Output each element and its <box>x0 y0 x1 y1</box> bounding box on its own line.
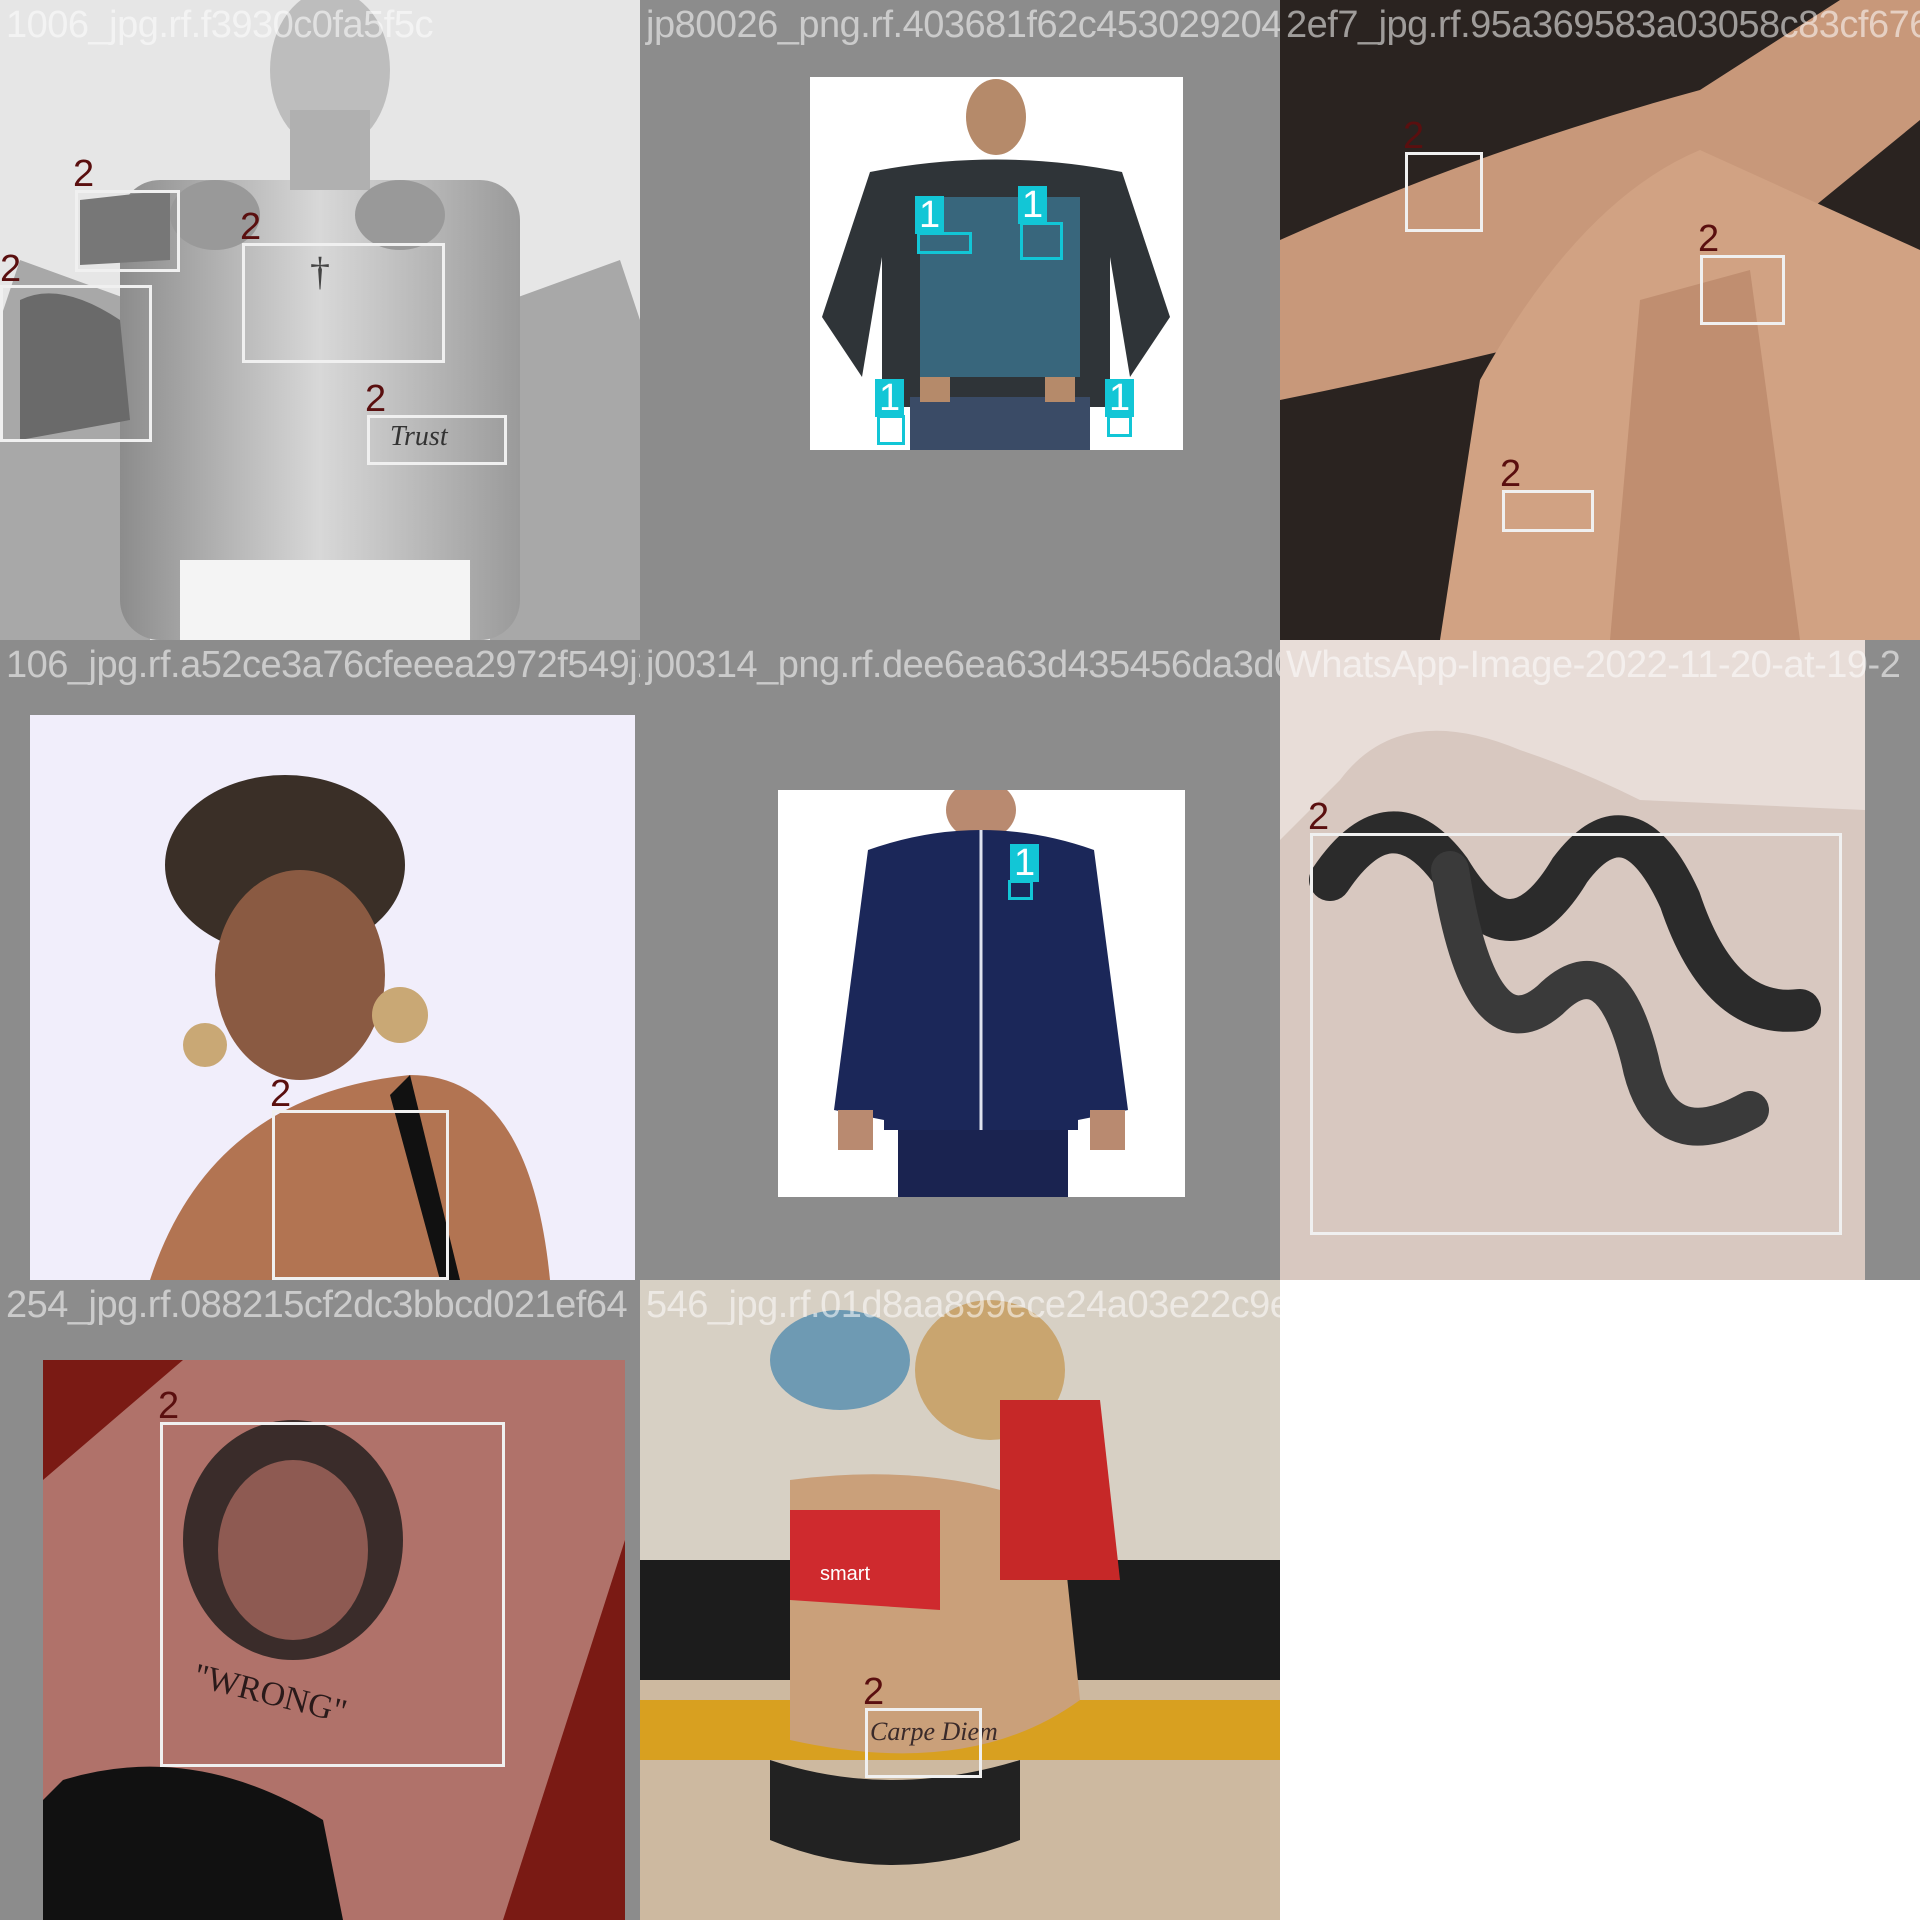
bbox-portrait-tattoo <box>160 1422 505 1767</box>
bbox-hearts-tattoo <box>1405 152 1483 232</box>
bbox-label: 1 <box>915 196 945 234</box>
windbreaker-photo <box>778 790 1185 1197</box>
image-filename: 546_jpg.rf.01d8aa899ece24a03e22c9eaedcff <box>646 1284 1280 1326</box>
bbox-label: 2 <box>1698 218 1720 260</box>
bbox-club-crest <box>1020 222 1063 260</box>
volleyball-photo: smart Carpe Diem <box>640 1280 1280 1920</box>
wrists-photo <box>1280 0 1920 640</box>
bbox-label: 2 <box>240 206 262 248</box>
image-filename: 106_jpg.rf.a52ce3a76cfeeea2972f549j20681 <box>6 644 640 686</box>
bbox-shoulder-tattoo <box>272 1110 449 1280</box>
empty-cell <box>1280 1280 1920 1920</box>
detection-mosaic: † Trust 2 2 2 2 1006_jpg.rf.f3930c0fa5f5… <box>0 0 1920 1920</box>
bbox-hearts-tattoo <box>1502 490 1594 532</box>
bbox-forearm-tattoo <box>0 285 152 442</box>
bbox-label: 2 <box>270 1073 292 1115</box>
bbox-arm-tattoo <box>75 190 180 272</box>
tile-jacket-logos: 1 1 1 1 jp80026_png.rf.403681f62c4530292… <box>640 0 1280 640</box>
bbox-hearts-tattoo <box>1700 255 1785 325</box>
bbox-label: 2 <box>863 1671 885 1713</box>
bbox-label: 2 <box>1500 453 1522 495</box>
tile-windbreaker: 1 j00314_png.rf.dee6ea63d435456da3d0 <box>640 640 1280 1280</box>
image-filename: jp80026_png.rf.403681f62c4530292046273f0… <box>646 4 1280 46</box>
tile-heart-tattoos: 2 2 2 2ef7_jpg.rf.95a369583a03058c83cf67… <box>1280 0 1920 640</box>
bbox-label: 2 <box>1403 115 1425 157</box>
bbox-chest-tattoo <box>242 243 445 363</box>
bbox-snake-tattoo <box>1310 833 1842 1235</box>
bbox-label: 2 <box>73 153 95 195</box>
bbox-label: 1 <box>1105 379 1135 417</box>
bbox-back-tattoo <box>865 1708 982 1778</box>
bbox-label: 2 <box>158 1385 180 1427</box>
image-filename: j00314_png.rf.dee6ea63d435456da3d0 <box>646 644 1280 686</box>
tile-portrait-tattoo: "WRONG" 2 254_jpg.rf.088215cf2dc3bbcd021… <box>0 1280 640 1920</box>
bbox-label: 2 <box>365 378 387 420</box>
image-filename: 1006_jpg.rf.f3930c0fa5f5c <box>6 4 433 46</box>
bbox-label: 1 <box>1010 844 1040 882</box>
bbox-label: 2 <box>1308 796 1330 838</box>
tile-snake-tattoo: 2 WhatsApp-Image-2022-11-20-at-19-2 <box>1280 640 1920 1280</box>
jersey-text-smart: smart <box>820 1563 870 1585</box>
bbox-label: 1 <box>875 379 905 417</box>
tile-boxer: † Trust 2 2 2 2 1006_jpg.rf.f3930c0fa5f5… <box>0 0 640 640</box>
image-filename: WhatsApp-Image-2022-11-20-at-19-2 <box>1286 644 1901 686</box>
bbox-label: 1 <box>1018 186 1048 224</box>
bbox-trust-tattoo <box>367 415 507 465</box>
bbox-label: 2 <box>0 248 22 290</box>
bbox-shorts-crest <box>877 415 905 445</box>
tile-volleyball: smart Carpe Diem 2 546_jpg.rf.01d8aa899e… <box>640 1280 1280 1920</box>
tile-shoulder-tattoo: 2 106_jpg.rf.a52ce3a76cfeeea2972f549j206… <box>0 640 640 1280</box>
image-filename: 2ef7_jpg.rf.95a369583a03058c83cf676 <box>1286 4 1920 46</box>
image-filename: 254_jpg.rf.088215cf2dc3bbcd021ef64 <box>6 1284 628 1326</box>
